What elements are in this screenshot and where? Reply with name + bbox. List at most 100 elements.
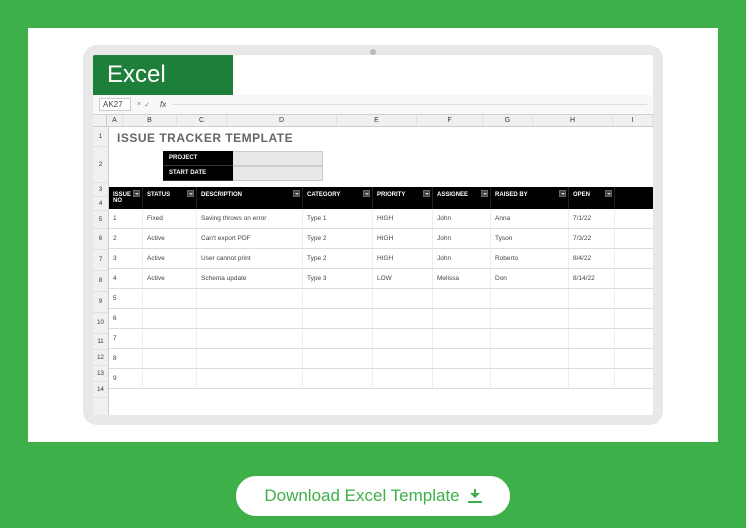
row-header[interactable]: 3 xyxy=(93,183,108,197)
table-cell[interactable]: 6 xyxy=(109,309,143,328)
table-header-cell[interactable]: ASSIGNEE xyxy=(433,187,491,209)
table-cell[interactable] xyxy=(143,369,197,388)
table-cell[interactable]: 4 xyxy=(109,269,143,288)
row-header[interactable]: 12 xyxy=(93,350,108,366)
row-header[interactable]: 4 xyxy=(93,197,108,211)
column-header[interactable]: F xyxy=(417,115,483,126)
table-cell[interactable] xyxy=(143,309,197,328)
table-cell[interactable] xyxy=(569,289,615,308)
row-header[interactable]: 14 xyxy=(93,382,108,398)
column-header[interactable]: B xyxy=(123,115,177,126)
table-cell[interactable] xyxy=(491,309,569,328)
table-cell[interactable] xyxy=(373,369,433,388)
row-header[interactable]: 10 xyxy=(93,313,108,334)
table-cell[interactable] xyxy=(143,329,197,348)
row-header[interactable]: 6 xyxy=(93,229,108,250)
table-cell[interactable] xyxy=(303,289,373,308)
table-cell[interactable]: HIGH xyxy=(373,209,433,228)
fx-icon[interactable]: fx xyxy=(160,100,166,109)
filter-icon[interactable] xyxy=(605,190,612,197)
table-cell[interactable] xyxy=(373,349,433,368)
filter-icon[interactable] xyxy=(423,190,430,197)
table-cell[interactable]: Tyson xyxy=(491,229,569,248)
formula-input[interactable] xyxy=(172,104,647,105)
cancel-icon[interactable]: × xyxy=(137,101,141,109)
filter-icon[interactable] xyxy=(481,190,488,197)
table-cell[interactable]: HIGH xyxy=(373,249,433,268)
table-cell[interactable]: 7/3/22 xyxy=(569,229,615,248)
table-cell[interactable]: Roberto xyxy=(491,249,569,268)
table-cell[interactable] xyxy=(303,329,373,348)
row-header[interactable]: 11 xyxy=(93,334,108,350)
table-header-cell[interactable]: PRIORITY xyxy=(373,187,433,209)
filter-icon[interactable] xyxy=(133,190,140,197)
table-cell[interactable] xyxy=(491,349,569,368)
table-cell[interactable] xyxy=(569,329,615,348)
table-cell[interactable]: Type 1 xyxy=(303,209,373,228)
confirm-icon[interactable]: ✓ xyxy=(144,101,150,109)
table-cell[interactable] xyxy=(373,289,433,308)
table-cell[interactable]: 8 xyxy=(109,349,143,368)
table-cell[interactable]: User cannot print xyxy=(197,249,303,268)
table-cell[interactable]: John xyxy=(433,249,491,268)
table-header-cell[interactable]: RAISED BY xyxy=(491,187,569,209)
table-cell[interactable] xyxy=(433,329,491,348)
table-cell[interactable] xyxy=(569,369,615,388)
table-cell[interactable] xyxy=(433,289,491,308)
meta-value[interactable] xyxy=(233,151,323,166)
name-box[interactable]: AK27 xyxy=(99,98,131,111)
table-cell[interactable]: 5 xyxy=(109,289,143,308)
table-cell[interactable] xyxy=(569,309,615,328)
filter-icon[interactable] xyxy=(187,190,194,197)
row-header[interactable]: 1 xyxy=(93,127,108,147)
row-header[interactable]: 7 xyxy=(93,250,108,271)
table-cell[interactable] xyxy=(303,369,373,388)
table-cell[interactable] xyxy=(197,329,303,348)
row-header[interactable]: 9 xyxy=(93,292,108,313)
table-cell[interactable]: Fixed xyxy=(143,209,197,228)
table-cell[interactable] xyxy=(303,309,373,328)
table-cell[interactable] xyxy=(197,289,303,308)
column-header[interactable]: D xyxy=(227,115,337,126)
table-cell[interactable] xyxy=(569,349,615,368)
table-cell[interactable]: LOW xyxy=(373,269,433,288)
table-cell[interactable]: Saving throws on error xyxy=(197,209,303,228)
table-cell[interactable]: 8/4/22 xyxy=(569,249,615,268)
table-cell[interactable] xyxy=(197,369,303,388)
select-all-corner[interactable] xyxy=(93,115,107,126)
table-cell[interactable] xyxy=(303,349,373,368)
row-header[interactable]: 8 xyxy=(93,271,108,292)
table-cell[interactable]: Active xyxy=(143,269,197,288)
table-cell[interactable]: 7 xyxy=(109,329,143,348)
table-cell[interactable]: Melissa xyxy=(433,269,491,288)
column-header[interactable]: E xyxy=(337,115,417,126)
table-cell[interactable] xyxy=(143,349,197,368)
column-header[interactable]: A xyxy=(107,115,123,126)
table-cell[interactable]: 7/1/22 xyxy=(569,209,615,228)
table-cell[interactable]: John xyxy=(433,209,491,228)
table-header-cell[interactable]: STATUS xyxy=(143,187,197,209)
table-cell[interactable]: 1 xyxy=(109,209,143,228)
table-cell[interactable]: Type 3 xyxy=(303,269,373,288)
table-header-cell[interactable]: CATEGORY xyxy=(303,187,373,209)
table-cell[interactable]: Type 2 xyxy=(303,249,373,268)
row-header[interactable]: 13 xyxy=(93,366,108,382)
column-header[interactable]: H xyxy=(533,115,613,126)
table-cell[interactable]: 3 xyxy=(109,249,143,268)
table-header-cell[interactable]: DESCRIPTION xyxy=(197,187,303,209)
table-cell[interactable]: Active xyxy=(143,229,197,248)
download-button[interactable]: Download Excel Template xyxy=(234,474,511,518)
meta-value[interactable] xyxy=(233,166,323,181)
table-cell[interactable] xyxy=(433,369,491,388)
table-cell[interactable] xyxy=(491,369,569,388)
table-cell[interactable]: Active xyxy=(143,249,197,268)
table-cell[interactable] xyxy=(197,309,303,328)
filter-icon[interactable] xyxy=(293,190,300,197)
table-cell[interactable] xyxy=(143,289,197,308)
table-cell[interactable] xyxy=(373,329,433,348)
table-cell[interactable]: Anna xyxy=(491,209,569,228)
filter-icon[interactable] xyxy=(363,190,370,197)
table-cell[interactable]: Schema update xyxy=(197,269,303,288)
table-header-cell[interactable]: ISSUE NO xyxy=(109,187,143,209)
table-cell[interactable]: 8/14/22 xyxy=(569,269,615,288)
